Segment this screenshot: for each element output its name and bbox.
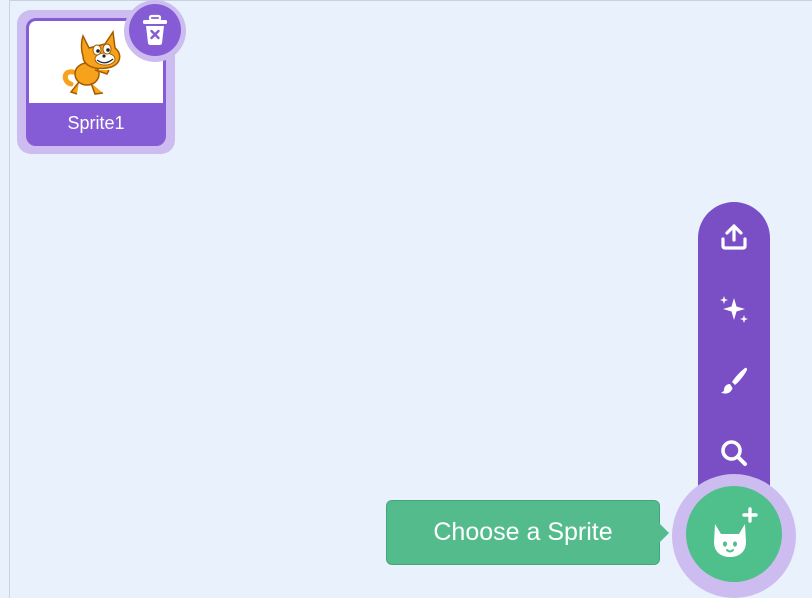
paint-sprite-button[interactable] bbox=[698, 352, 770, 408]
search-sprite-button[interactable] bbox=[698, 425, 770, 481]
trash-icon bbox=[143, 14, 167, 45]
cat-add-icon bbox=[714, 507, 758, 557]
sprite-name-label: Sprite1 bbox=[67, 113, 125, 133]
upload-icon bbox=[721, 224, 747, 250]
search-icon bbox=[721, 440, 747, 466]
scratch-cat-icon bbox=[62, 29, 121, 95]
tooltip-arrow bbox=[659, 523, 669, 543]
surprise-sprite-button[interactable] bbox=[698, 281, 770, 337]
surprise-sparkles-icon bbox=[720, 296, 748, 323]
choose-sprite-tooltip: Choose a Sprite bbox=[386, 500, 660, 565]
delete-sprite-button[interactable] bbox=[129, 4, 181, 56]
upload-sprite-button[interactable] bbox=[698, 209, 770, 265]
paint-brush-icon bbox=[721, 367, 747, 394]
choose-sprite-button[interactable] bbox=[686, 486, 782, 582]
